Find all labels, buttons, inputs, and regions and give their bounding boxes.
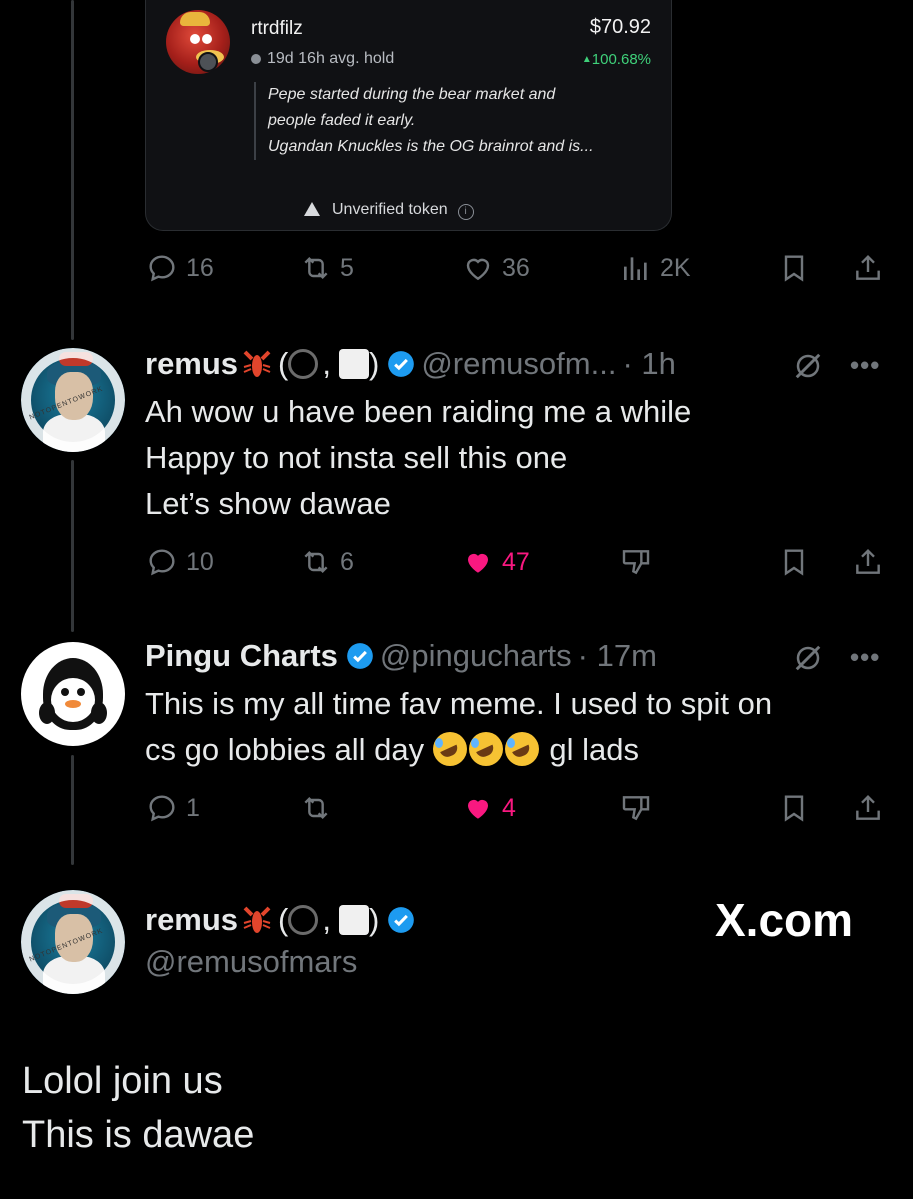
repost-icon — [304, 256, 328, 280]
share-button[interactable] — [852, 546, 884, 578]
share-button[interactable] — [852, 252, 884, 284]
reply-button[interactable]: 10 — [146, 546, 214, 578]
heart-filled-icon — [468, 799, 488, 819]
verified-badge-icon — [388, 907, 415, 933]
heart-icon — [466, 258, 490, 281]
grok-icon[interactable] — [793, 351, 823, 381]
bookmark-button[interactable] — [778, 792, 810, 824]
thumbs-down-icon — [622, 550, 650, 575]
thread-line — [71, 0, 74, 340]
display-name[interactable]: Pingu Charts — [145, 638, 338, 674]
white-square-icon — [339, 905, 369, 935]
like-button[interactable]: 36 — [462, 252, 530, 284]
warning-icon — [304, 202, 320, 216]
card-quote: Pepe started during the bear market and … — [254, 82, 658, 160]
clock-icon — [251, 54, 261, 64]
up-arrow-icon: ▲ — [581, 54, 592, 65]
tweet-text: This is my all time fav meme. I used to … — [145, 686, 773, 767]
verified-badge-icon — [347, 643, 373, 669]
more-options-icon[interactable]: ••• — [850, 350, 880, 381]
card-username: rtrdfilz — [251, 18, 303, 39]
bookmark-button[interactable] — [778, 252, 810, 284]
handle[interactable]: @remusofm... — [421, 346, 616, 382]
rofl-emoji-icon — [468, 732, 503, 766]
card-price: $70.92 — [589, 16, 651, 38]
share-button[interactable] — [852, 792, 884, 824]
black-circle-icon — [288, 349, 319, 379]
like-button-active[interactable]: 47 — [462, 546, 530, 578]
bookmark-button[interactable] — [778, 546, 810, 578]
rofl-emoji-icon — [504, 732, 539, 766]
reply-icon — [149, 255, 175, 282]
black-circle-icon — [288, 905, 319, 935]
rofl-emoji-icon — [432, 732, 467, 766]
downvote-button[interactable] — [620, 792, 652, 824]
card-change: ▲100.68% — [581, 51, 651, 68]
grok-icon[interactable] — [793, 643, 823, 673]
repost-button[interactable]: 5 — [300, 252, 354, 284]
repost-icon — [304, 796, 328, 820]
avatar-remus-main[interactable]: NOTOPENTOWORK — [21, 890, 125, 994]
main-tweet-text: Lolol join us This is dawae — [22, 1060, 255, 1156]
share-icon — [856, 254, 880, 280]
main-tweet-header: remus (,) — [145, 902, 415, 938]
handle[interactable]: @pingucharts — [380, 638, 572, 674]
repost-button[interactable] — [300, 792, 332, 824]
xcom-watermark: X.com — [715, 894, 854, 946]
unverified-token-label: Unverified token i — [304, 201, 474, 220]
reply-icon — [149, 549, 175, 576]
views-button[interactable]: 2K — [620, 252, 691, 284]
chat-badge-icon — [198, 52, 218, 72]
card-hold: 19d 16h avg. hold — [251, 50, 394, 68]
main-handle[interactable]: @remusofmars — [145, 944, 357, 980]
tweet-header: remus (,) @remusofm... · 1h — [145, 346, 676, 382]
bookmark-icon — [784, 255, 804, 282]
tweet-text: Ah wow u have been raiding me a while Ha… — [145, 394, 692, 521]
reply-icon — [149, 795, 175, 822]
share-icon — [856, 794, 880, 820]
avatar-pingu-charts[interactable] — [21, 642, 125, 746]
info-icon[interactable]: i — [457, 204, 474, 220]
views-icon — [624, 257, 647, 280]
more-options-icon[interactable]: ••• — [850, 642, 880, 673]
tweet-header: Pingu Charts @pingucharts · 17m — [145, 638, 657, 674]
lobster-icon — [243, 906, 271, 933]
bookmark-icon — [784, 795, 804, 822]
white-square-icon — [339, 349, 369, 379]
reply-button[interactable]: 16 — [146, 252, 214, 284]
like-button-active[interactable]: 4 — [462, 792, 516, 824]
token-card[interactable]: rtrdfilz $70.92 19d 16h avg. hold ▲100.6… — [145, 0, 672, 231]
thread-line — [71, 755, 74, 865]
lobster-icon — [243, 350, 271, 377]
downvote-button[interactable] — [620, 546, 652, 578]
thumbs-down-icon — [622, 796, 650, 821]
timestamp[interactable]: · 1h — [622, 346, 675, 382]
display-name[interactable]: remus — [145, 346, 238, 382]
share-icon — [856, 548, 880, 574]
reply-button[interactable]: 1 — [146, 792, 200, 824]
avatar-remus[interactable]: NOTOPENTOWORK — [21, 348, 125, 452]
heart-filled-icon — [468, 553, 488, 573]
thread-line — [71, 460, 74, 632]
verified-badge-icon — [388, 351, 415, 377]
bookmark-icon — [784, 549, 804, 576]
timestamp[interactable]: · 17m — [578, 638, 657, 674]
repost-icon — [304, 550, 328, 574]
display-name[interactable]: remus — [145, 902, 238, 938]
repost-button[interactable]: 6 — [300, 546, 354, 578]
